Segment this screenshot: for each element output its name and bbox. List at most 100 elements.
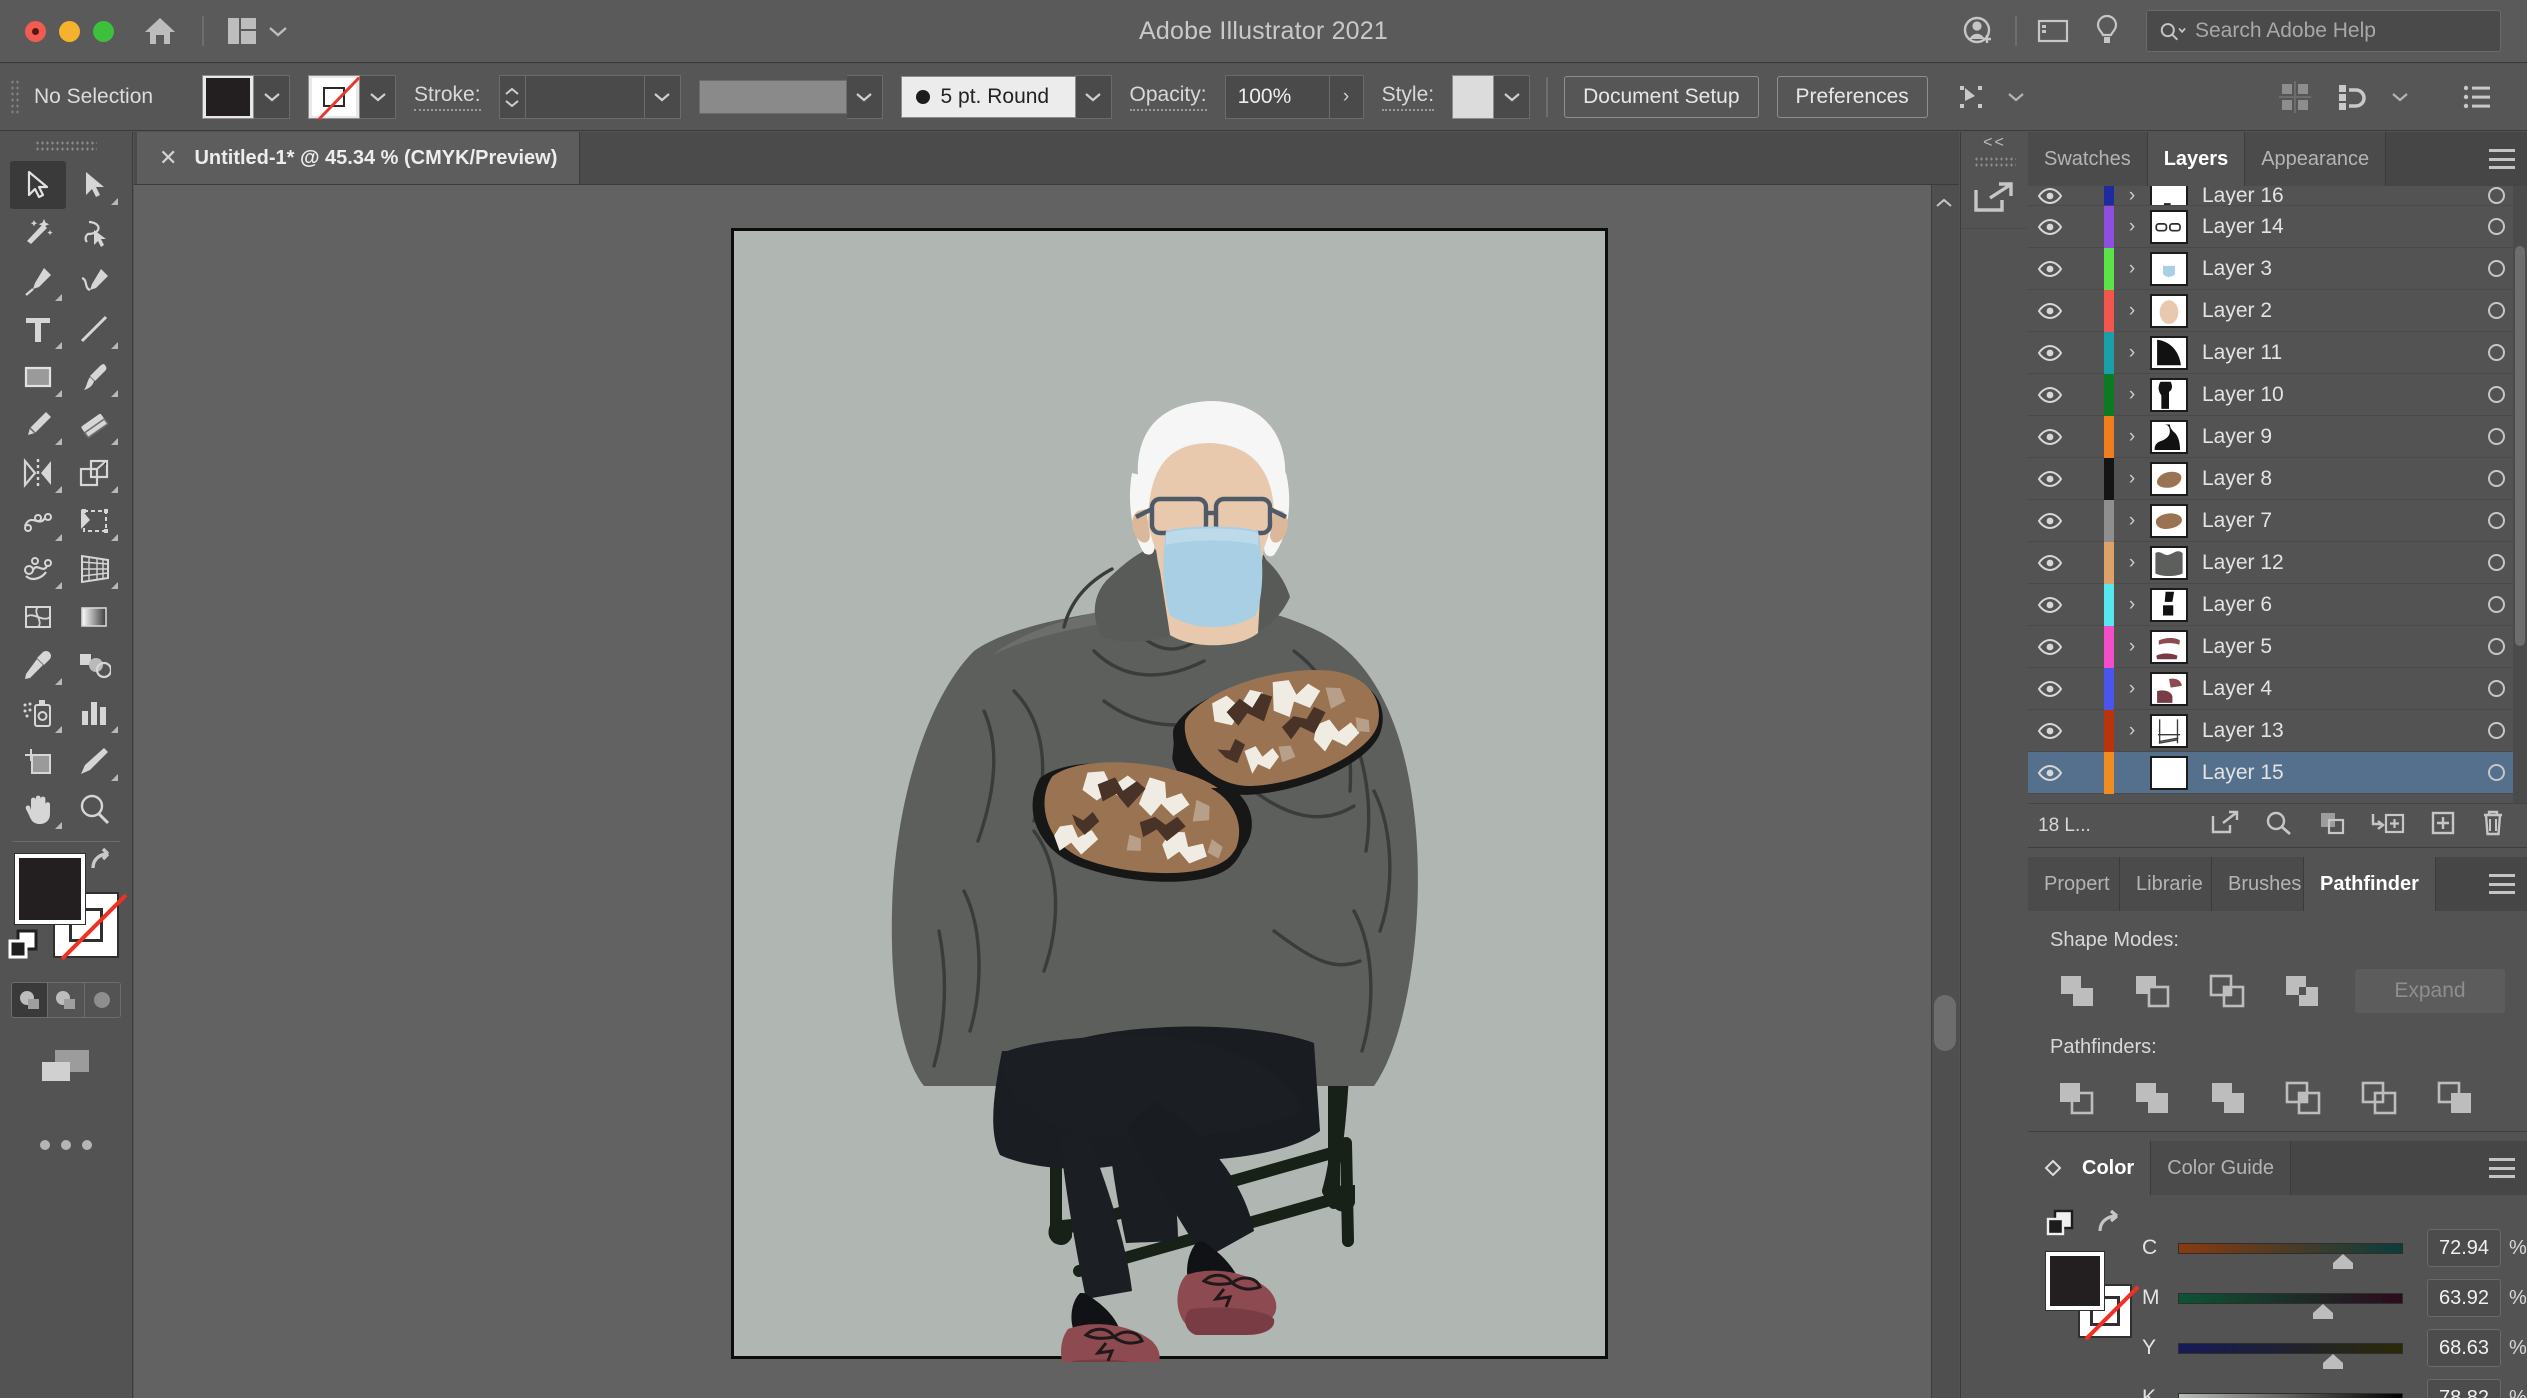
color-channel-track[interactable] bbox=[2178, 1292, 2403, 1319]
graphic-style-swatch[interactable] bbox=[1452, 75, 1495, 119]
delete-selection-icon[interactable] bbox=[2481, 809, 2505, 842]
zoom-tool[interactable] bbox=[66, 785, 122, 833]
color-channel-track[interactable] bbox=[2178, 1392, 2403, 1398]
layer-visibility-icon[interactable] bbox=[2028, 187, 2072, 205]
trim-icon[interactable] bbox=[2126, 1075, 2178, 1121]
tab-swatches[interactable]: Swatches bbox=[2028, 132, 2148, 186]
layer-expand-arrow[interactable]: › bbox=[2114, 636, 2150, 658]
layer-expand-arrow[interactable]: › bbox=[2114, 678, 2150, 700]
stroke-weight-input[interactable] bbox=[524, 75, 645, 119]
variable-width-dropdown[interactable] bbox=[846, 75, 883, 119]
color-channel-value[interactable]: 63.92 bbox=[2427, 1279, 2501, 1317]
layer-visibility-icon[interactable] bbox=[2028, 428, 2072, 446]
release-to-layers-icon[interactable] bbox=[2210, 810, 2240, 841]
merge-icon[interactable] bbox=[2202, 1075, 2254, 1121]
color-channel-knob[interactable] bbox=[2332, 1253, 2354, 1270]
eyedropper-tool[interactable] bbox=[10, 641, 66, 689]
variable-width-profile[interactable] bbox=[698, 80, 847, 114]
layers-vertical-scrollbar[interactable] bbox=[2513, 186, 2527, 803]
layer-visibility-icon[interactable] bbox=[2028, 638, 2072, 656]
control-bar-grip[interactable] bbox=[10, 79, 20, 115]
graphic-style-dropdown[interactable] bbox=[1494, 75, 1531, 119]
layer-expand-arrow[interactable]: › bbox=[2114, 510, 2150, 532]
layer-row-layer-12[interactable]: › Layer 12 bbox=[2028, 541, 2527, 584]
layers-list[interactable]: › Layer 16 › Layer 14 › Layer 3 › Layer 2 › Layer… bbox=[2028, 186, 2527, 803]
collapsed-dock-grip[interactable] bbox=[1973, 156, 2016, 167]
toolbar-fill-swatch[interactable] bbox=[14, 853, 86, 925]
layer-row-layer-3[interactable]: › Layer 3 bbox=[2028, 247, 2527, 290]
layer-row-layer-9[interactable]: › Layer 9 bbox=[2028, 415, 2527, 458]
swap-fill-stroke-icon[interactable] bbox=[85, 846, 123, 883]
layer-row-layer-5[interactable]: › Layer 5 bbox=[2028, 625, 2527, 668]
direct-selection-tool[interactable] bbox=[66, 161, 122, 209]
layer-row-layer-13[interactable]: › Layer 13 bbox=[2028, 709, 2527, 752]
scale-tool[interactable] bbox=[66, 449, 122, 497]
magic-wand-tool[interactable] bbox=[10, 209, 66, 257]
selection-tool[interactable] bbox=[10, 161, 66, 209]
tab-libraries[interactable]: Librarie bbox=[2120, 857, 2212, 911]
color-channel-value[interactable]: 78.82 bbox=[2427, 1379, 2501, 1398]
layer-row-layer-16[interactable]: › Layer 16 bbox=[2028, 186, 2527, 206]
mesh-tool[interactable] bbox=[10, 593, 66, 641]
line-segment-tool[interactable] bbox=[66, 305, 122, 353]
shape-builder-tool[interactable] bbox=[10, 545, 66, 593]
layer-row-layer-14[interactable]: › Layer 14 bbox=[2028, 205, 2527, 248]
crop-icon[interactable] bbox=[2277, 1075, 2329, 1121]
draw-inside-mode[interactable] bbox=[85, 983, 120, 1017]
stroke-weight-dropdown[interactable] bbox=[644, 75, 681, 119]
tab-pathfinder[interactable]: Pathfinder bbox=[2304, 857, 2436, 911]
width-tool[interactable] bbox=[10, 497, 66, 545]
stroke-swatch[interactable] bbox=[308, 75, 360, 119]
layer-visibility-icon[interactable] bbox=[2028, 218, 2072, 236]
transform-dropdown[interactable] bbox=[1996, 72, 2036, 122]
divide-icon[interactable] bbox=[2050, 1075, 2102, 1121]
draw-behind-mode[interactable] bbox=[48, 983, 85, 1017]
artboard[interactable] bbox=[731, 228, 1608, 1362]
color-channel-track[interactable] bbox=[2178, 1242, 2403, 1269]
layer-visibility-icon[interactable] bbox=[2028, 302, 2072, 320]
intersect-icon[interactable] bbox=[2200, 968, 2254, 1014]
perspective-grid-tool[interactable] bbox=[66, 545, 122, 593]
tab-color[interactable]: Color bbox=[2028, 1141, 2152, 1195]
layer-visibility-icon[interactable] bbox=[2028, 470, 2072, 488]
draw-normal-mode[interactable] bbox=[12, 983, 49, 1017]
create-new-sublayer-icon[interactable] bbox=[2371, 810, 2405, 841]
free-transform-tool[interactable] bbox=[66, 497, 122, 545]
layer-visibility-icon[interactable] bbox=[2028, 680, 2072, 698]
layer-expand-arrow[interactable]: › bbox=[2114, 426, 2150, 448]
curvature-tool[interactable] bbox=[66, 257, 122, 305]
lasso-tool[interactable] bbox=[66, 209, 122, 257]
color-fill-swatch[interactable] bbox=[2045, 1251, 2105, 1311]
unite-icon[interactable] bbox=[2050, 968, 2104, 1014]
layer-expand-arrow[interactable]: › bbox=[2114, 552, 2150, 574]
type-tool[interactable] bbox=[10, 305, 66, 353]
eraser-tool[interactable] bbox=[66, 401, 122, 449]
layer-expand-arrow[interactable]: › bbox=[2114, 216, 2150, 238]
tab-layers[interactable]: Layers bbox=[2147, 132, 2246, 186]
layer-row-layer-15[interactable]: Layer 15 bbox=[2028, 751, 2527, 794]
rotate-tool[interactable] bbox=[10, 449, 66, 497]
canvas-vertical-scrollbar[interactable] bbox=[1931, 185, 1959, 1398]
layer-visibility-icon[interactable] bbox=[2028, 554, 2072, 572]
swap-fill-stroke-icon[interactable] bbox=[2094, 1209, 2128, 1242]
default-fill-stroke-icon[interactable] bbox=[7, 927, 41, 966]
canvas-area[interactable] bbox=[134, 185, 1959, 1398]
layer-visibility-icon[interactable] bbox=[2028, 344, 2072, 362]
minus-front-icon[interactable] bbox=[2125, 968, 2179, 1014]
layer-row-layer-8[interactable]: › Layer 8 bbox=[2028, 457, 2527, 500]
fill-swatch[interactable] bbox=[202, 75, 254, 119]
color-channel-knob[interactable] bbox=[2312, 1303, 2334, 1320]
make-clipping-mask-icon[interactable] bbox=[2318, 810, 2346, 841]
slice-tool[interactable] bbox=[66, 737, 122, 785]
blend-tool[interactable] bbox=[66, 641, 122, 689]
snap-to-glyph-icon[interactable] bbox=[2323, 72, 2379, 122]
export-for-screens-icon[interactable] bbox=[1961, 167, 2027, 229]
layer-expand-arrow[interactable]: › bbox=[2114, 186, 2150, 205]
layer-row-layer-7[interactable]: › Layer 7 bbox=[2028, 499, 2527, 542]
edit-toolbar-ellipsis-icon[interactable] bbox=[0, 1140, 132, 1150]
opacity-input[interactable]: 100% bbox=[1224, 75, 1330, 119]
snap-dropdown[interactable] bbox=[2379, 72, 2421, 122]
tools-panel-grip[interactable] bbox=[35, 140, 97, 153]
fill-dropdown[interactable] bbox=[254, 75, 290, 119]
tab-appearance[interactable]: Appearance bbox=[2245, 132, 2387, 186]
